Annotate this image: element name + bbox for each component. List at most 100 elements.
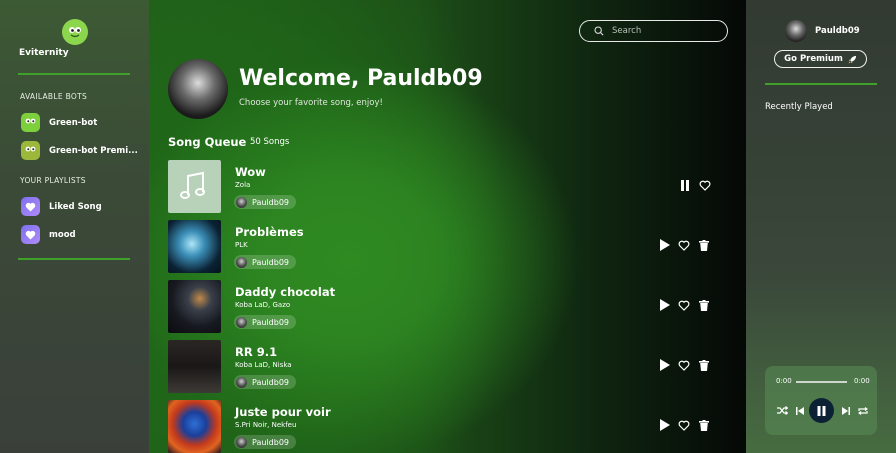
- song-title: RR 9.1: [235, 345, 278, 359]
- playlists-section-title: YOUR PLAYLISTS: [20, 176, 86, 185]
- play-icon[interactable]: [658, 239, 670, 251]
- song-artist: PLK: [235, 241, 248, 249]
- bot-avatar-icon: [21, 141, 40, 160]
- left-sidebar: Eviternity AVAILABLE BOTS Green-bot Gree…: [0, 0, 149, 453]
- song-cover: [168, 160, 221, 213]
- avatar: [236, 376, 247, 388]
- song-row[interactable]: RR 9.1 Koba LaD, Niska Pauldb09: [168, 340, 713, 393]
- song-artist: Zola: [235, 181, 251, 189]
- song-artist: Koba LaD, Gazo: [235, 301, 291, 309]
- avatar: [236, 256, 247, 268]
- sidebar-divider: [18, 258, 130, 260]
- requested-by-user: Pauldb09: [252, 257, 289, 267]
- song-title: Daddy chocolat: [235, 285, 336, 299]
- queue-count: 50 Songs: [250, 137, 290, 147]
- brand-logo-icon: [62, 19, 88, 45]
- sidebar-item-label: mood: [49, 229, 76, 240]
- search-icon: [594, 26, 604, 36]
- profile[interactable]: Pauldb09: [785, 20, 860, 42]
- song-cover: [168, 400, 221, 453]
- trash-icon[interactable]: [698, 299, 710, 311]
- time-total: 0:00: [854, 377, 870, 385]
- search-input[interactable]: Search: [612, 26, 641, 36]
- song-artist: S.Pri Noir, Nekfeu: [235, 421, 297, 429]
- song-actions: [679, 179, 711, 191]
- trash-icon[interactable]: [698, 239, 710, 251]
- profile-username: Pauldb09: [815, 26, 860, 36]
- heart-icon[interactable]: [678, 239, 690, 251]
- song-row[interactable]: Wow Zola Pauldb09: [168, 160, 713, 213]
- repeat-icon[interactable]: [857, 405, 868, 416]
- avatar: [236, 196, 247, 208]
- right-divider: [765, 83, 877, 85]
- heart-icon[interactable]: [699, 179, 711, 191]
- go-premium-button[interactable]: Go Premium: [774, 50, 867, 68]
- shuffle-icon[interactable]: [776, 405, 788, 416]
- requested-by-user: Pauldb09: [252, 197, 289, 207]
- song-actions: [658, 239, 710, 251]
- bots-section-title: AVAILABLE BOTS: [20, 92, 88, 101]
- recently-played-title: Recently Played: [765, 102, 833, 112]
- rocket-icon: [848, 55, 856, 64]
- requested-by-chip: Pauldb09: [234, 435, 296, 449]
- song-row[interactable]: Problèmes PLK Pauldb09: [168, 220, 713, 273]
- user-avatar: [168, 59, 228, 119]
- heart-icon: [21, 197, 40, 216]
- requested-by-chip: Pauldb09: [234, 255, 296, 269]
- previous-icon[interactable]: [795, 406, 804, 415]
- time-current: 0:00: [776, 377, 792, 385]
- sidebar-item-green-bot-premium[interactable]: Green-bot Premi...: [21, 141, 138, 160]
- play-icon[interactable]: [658, 419, 670, 431]
- song-actions: [658, 359, 710, 371]
- song-actions: [658, 419, 710, 431]
- next-icon[interactable]: [841, 406, 850, 415]
- sidebar-item-mood[interactable]: mood: [21, 225, 76, 244]
- play-icon[interactable]: [658, 359, 670, 371]
- song-artist: Koba LaD, Niska: [235, 361, 292, 369]
- page-title: Welcome, Pauldb09: [239, 66, 483, 91]
- right-sidebar: Pauldb09 Go Premium Recently Played 0:00…: [746, 0, 896, 453]
- heart-icon: [21, 225, 40, 244]
- avatar: [236, 316, 247, 328]
- song-row[interactable]: Daddy chocolat Koba LaD, Gazo Pauldb09: [168, 280, 713, 333]
- main-content: Search Welcome, Pauldb09 Choose your fav…: [149, 0, 746, 453]
- brand-name: Eviternity: [19, 48, 69, 58]
- song-actions: [658, 299, 710, 311]
- song-cover: [168, 280, 221, 333]
- queue-title: Song Queue: [168, 135, 247, 149]
- song-title: Wow: [235, 165, 266, 179]
- sidebar-item-label: Liked Song: [49, 201, 102, 212]
- trash-icon[interactable]: [698, 359, 710, 371]
- avatar: [785, 20, 807, 42]
- sidebar-item-label: Green-bot: [49, 117, 98, 128]
- play-icon[interactable]: [658, 299, 670, 311]
- heart-icon[interactable]: [678, 359, 690, 371]
- player-controls: [765, 398, 877, 423]
- avatar: [236, 436, 247, 448]
- requested-by-user: Pauldb09: [252, 437, 289, 447]
- progress-bar[interactable]: [796, 381, 847, 383]
- page-subtitle: Choose your favorite song, enjoy!: [239, 98, 383, 108]
- sidebar-item-label: Green-bot Premi...: [49, 145, 138, 156]
- song-row[interactable]: Juste pour voir S.Pri Noir, Nekfeu Pauld…: [168, 400, 713, 453]
- heart-icon[interactable]: [678, 419, 690, 431]
- go-premium-label: Go Premium: [784, 54, 843, 64]
- song-title: Juste pour voir: [235, 405, 331, 419]
- sidebar-item-green-bot[interactable]: Green-bot: [21, 113, 97, 132]
- song-title: Problèmes: [235, 225, 304, 239]
- requested-by-chip: Pauldb09: [234, 195, 296, 209]
- play-pause-button[interactable]: [809, 398, 834, 423]
- sidebar-divider: [18, 73, 130, 75]
- pause-icon: [817, 405, 826, 416]
- requested-by-user: Pauldb09: [252, 377, 289, 387]
- search-bar[interactable]: Search: [579, 20, 728, 42]
- song-cover: [168, 220, 221, 273]
- sidebar-item-liked-song[interactable]: Liked Song: [21, 197, 102, 216]
- trash-icon[interactable]: [698, 419, 710, 431]
- pause-icon[interactable]: [679, 179, 691, 191]
- song-cover: [168, 340, 221, 393]
- requested-by-chip: Pauldb09: [234, 315, 296, 329]
- requested-by-chip: Pauldb09: [234, 375, 296, 389]
- heart-icon[interactable]: [678, 299, 690, 311]
- bot-avatar-icon: [21, 113, 40, 132]
